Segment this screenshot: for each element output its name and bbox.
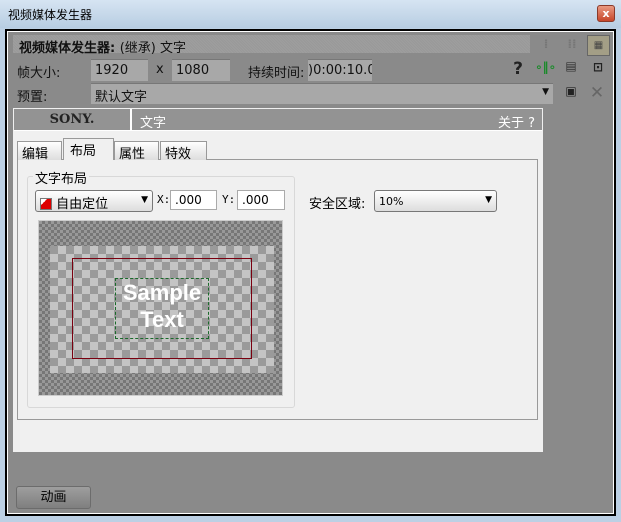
chevron-down-icon: ▼ — [141, 195, 148, 205]
preset-value: 默认文字 — [95, 90, 148, 105]
frame-size-label: 帧大小: — [17, 66, 61, 81]
view-large-icon[interactable]: ▦ — [587, 35, 610, 56]
sony-logo: SONY. — [14, 109, 132, 131]
plugin-header: SONY. 文字 关于 ? — [14, 109, 542, 131]
tab-layout[interactable]: 布局 — [63, 138, 114, 160]
group-label: 文字布局 — [33, 168, 90, 187]
view-medium-icon[interactable]: ⁞⁞ — [563, 37, 581, 55]
frame-x-label: x — [156, 62, 164, 77]
y-input[interactable]: .000 — [237, 190, 285, 210]
animation-button[interactable]: 动画 — [16, 486, 91, 509]
preset-label: 预置: — [17, 90, 48, 105]
chevron-down-icon: ▼ — [542, 87, 549, 97]
tab-edit[interactable]: 编辑 — [17, 141, 62, 162]
tab-effects[interactable]: 特效 — [160, 141, 207, 162]
chevron-down-icon: ▼ — [485, 195, 492, 205]
safe-area-dropdown[interactable]: 10% ▼ — [374, 190, 497, 212]
position-icon — [40, 198, 52, 210]
about-link[interactable]: 关于 ? — [498, 112, 535, 131]
window-title: 视频媒体发生器 — [8, 8, 93, 22]
layout-preview[interactable]: Sample Text — [38, 220, 283, 396]
duration-label: 持续时间: — [248, 66, 305, 81]
x-input[interactable]: .000 — [170, 190, 217, 210]
plugin-name: 文字 — [140, 116, 167, 131]
generator-header: 视频媒体发生器: (继承) 文字 — [13, 35, 530, 56]
view-small-icon[interactable]: ⁞ — [537, 37, 555, 55]
split-icon[interactable]: ∘‖∘ — [535, 60, 556, 78]
safe-area-value: 10% — [379, 195, 404, 208]
title-bar — [0, 0, 621, 28]
duration-input[interactable]: )0:00:10.0( — [308, 59, 372, 81]
sample-text-box[interactable]: Sample Text — [115, 278, 209, 339]
frame-width-input[interactable]: 1920 — [91, 59, 148, 81]
print-icon[interactable]: ▤ — [562, 59, 580, 77]
x-label: X: — [157, 193, 171, 206]
tab-properties[interactable]: 属性 — [114, 141, 159, 162]
save-icon[interactable]: ▣ — [562, 84, 580, 102]
header-title: 视频媒体发生器: — [19, 41, 116, 56]
select-icon[interactable]: ⊡ — [589, 60, 607, 78]
delete-icon[interactable]: ✕ — [588, 83, 606, 103]
y-label: Y: — [222, 193, 236, 206]
header-subtitle: (继承) 文字 — [119, 41, 187, 56]
frame-height-input[interactable]: 1080 — [172, 59, 230, 81]
safe-area-label: 安全区域: — [309, 197, 366, 212]
preset-dropdown[interactable]: 默认文字 ▼ — [91, 83, 553, 105]
help-icon[interactable]: ? — [509, 59, 527, 79]
close-button[interactable]: x — [597, 5, 615, 22]
position-mode-value: 自由定位 — [56, 197, 109, 212]
position-mode-dropdown[interactable]: 自由定位 ▼ — [35, 190, 153, 212]
